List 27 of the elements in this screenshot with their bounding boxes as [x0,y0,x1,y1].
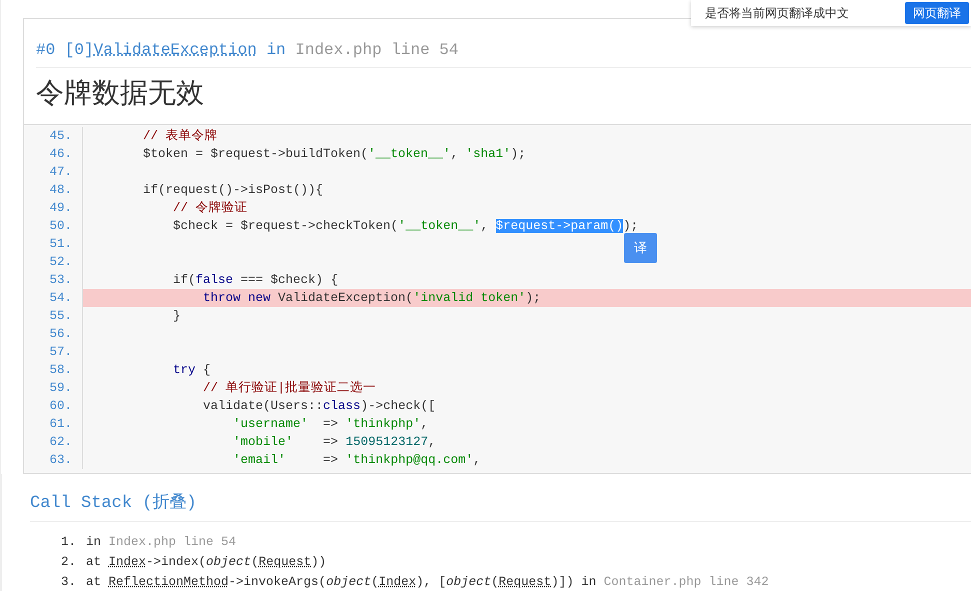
code-line: 'username' => 'thinkphp', [232,416,428,433]
code-line: // 令牌验证 [172,200,248,217]
code-line: // 单行验证|批量验证二选一 [202,380,376,397]
code-line: try { [172,362,211,379]
exception-message: 令牌数据无效 [36,75,205,111]
code-line: 'mobile' => 15095123127, [232,434,436,451]
code-line: throw new ValidateException('invalid token'); [202,290,541,307]
code-line: // 表单令牌 [142,128,218,145]
code-line: } [172,308,181,325]
list-number: 3. [60,574,76,591]
list-number: 1. [60,534,76,551]
code-line: $check = $request->checkToken('__token__', $request->param()); [172,218,638,235]
stack-frame: in Index.php line 54 [86,532,236,552]
code-line: if(false === $check) { [172,272,338,289]
stack-frame: at Index->index(object(Request)) [86,552,326,572]
line-number: 54. [24,289,83,307]
code-line: $token = $request->buildToken('__token__', 'sha1'); [142,146,526,163]
exception-signature: #0 [0]ValidateException in Index.php line 54 [36,41,971,68]
translate-prompt: 是否将当前网页翻译成中文 [705,4,849,22]
code-line: 'email' => 'thinkphp@qq.com', [232,452,481,469]
translate-button[interactable]: 网页翻译 [905,2,969,24]
translate-selection-button[interactable]: 译 [624,233,657,263]
stack-frame: at ReflectionMethod->invokeArgs(object(Index), [object(Request)]) in Container.php line 342 [86,572,769,591]
call-stack-heading[interactable]: Call Stack (折叠) [30,490,971,522]
code-line: if(request()->isPost()){ [142,182,324,199]
code-line: validate(Users::class)->check([ [202,398,436,415]
list-number: 2. [60,554,76,571]
